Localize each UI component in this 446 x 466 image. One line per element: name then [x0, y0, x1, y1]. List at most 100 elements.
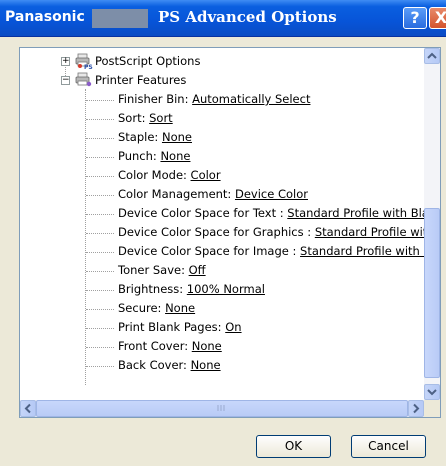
feature-value[interactable]: Color: [191, 168, 221, 182]
feature-value[interactable]: None: [162, 130, 192, 144]
tree-connector: [86, 176, 114, 177]
title-bar[interactable]: Panasonic PS Advanced Options ? X: [0, 0, 446, 37]
feature-label: Brightness: 100% Normal: [118, 280, 265, 299]
scroll-down-button[interactable]: [424, 384, 440, 400]
feature-value[interactable]: Standard Profile with CM: [300, 244, 424, 258]
grip-icon: [217, 405, 225, 411]
feature-label: Sort: Sort: [118, 109, 173, 128]
feature-label: Punch: None: [118, 147, 190, 166]
tree-connector: [86, 309, 114, 310]
feature-label: Secure: None: [118, 299, 195, 318]
help-button[interactable]: ?: [403, 7, 427, 29]
collapse-icon[interactable]: −: [61, 76, 70, 85]
feature-row-sort[interactable]: Sort: Sort: [20, 109, 420, 128]
options-tree[interactable]: + PS PostScript Options − Printer Featur…: [19, 47, 441, 418]
expand-icon[interactable]: +: [61, 57, 70, 66]
feature-value[interactable]: None: [165, 301, 195, 315]
feature-row-staple[interactable]: Staple: None: [20, 128, 420, 147]
tree-item-printer-features[interactable]: − Printer Features: [20, 71, 420, 90]
svg-text:PS: PS: [84, 64, 93, 69]
feature-row-front-cover[interactable]: Front Cover: None: [20, 337, 420, 356]
printer-icon: [75, 72, 92, 87]
feature-name: Punch:: [118, 149, 161, 163]
feature-value[interactable]: Automatically Select: [192, 92, 310, 106]
feature-label: Toner Save: Off: [118, 261, 206, 280]
feature-value[interactable]: 100% Normal: [187, 282, 265, 296]
feature-label: Color Mode: Color: [118, 166, 221, 185]
right-arrow-icon: [413, 403, 420, 414]
feature-value[interactable]: Sort: [149, 111, 173, 125]
feature-value[interactable]: None: [160, 149, 190, 163]
tree-connector: [86, 157, 114, 158]
feature-value[interactable]: Standard Profile with Black: [287, 206, 424, 220]
left-arrow-icon: [24, 403, 31, 414]
feature-row-color-space-text[interactable]: Device Color Space for Text : Standard P…: [20, 204, 424, 223]
close-button[interactable]: X: [429, 7, 446, 29]
horizontal-scroll-thumb[interactable]: [36, 400, 408, 417]
feature-label: Color Management: Device Color: [118, 185, 308, 204]
cancel-button[interactable]: Cancel: [351, 435, 426, 458]
feature-name: Device Color Space for Image :: [118, 244, 301, 258]
feature-row-brightness[interactable]: Brightness: 100% Normal: [20, 280, 420, 299]
feature-name: Color Mode:: [118, 168, 191, 182]
feature-row-finisher-bin[interactable]: Finisher Bin: Automatically Select: [20, 90, 420, 109]
feature-row-back-cover[interactable]: Back Cover: None: [20, 356, 420, 375]
feature-value[interactable]: Device Color: [235, 187, 308, 201]
tree-connector: [86, 233, 114, 234]
feature-name: Sort:: [118, 111, 150, 125]
feature-name: Color Management:: [118, 187, 235, 201]
feature-label: Print Blank Pages: On: [118, 318, 242, 337]
ok-button[interactable]: OK: [256, 435, 331, 458]
feature-name: Device Color Space for Graphics :: [118, 225, 315, 239]
feature-row-color-space-graphics[interactable]: Device Color Space for Graphics : Standa…: [20, 223, 424, 242]
dialog-window: Panasonic PS Advanced Options ? X + PS P…: [0, 0, 446, 466]
feature-row-color-space-image[interactable]: Device Color Space for Image : Standard …: [20, 242, 424, 261]
tree-connector: [86, 328, 114, 329]
feature-value[interactable]: None: [191, 358, 221, 372]
feature-label: Device Color Space for Image : Standard …: [118, 242, 424, 261]
feature-name: Brightness:: [118, 282, 187, 296]
tree-connector: [86, 119, 114, 120]
feature-name: Secure:: [118, 301, 166, 315]
dialog-title: PS Advanced Options: [158, 8, 337, 26]
feature-name: Finisher Bin:: [118, 92, 193, 106]
vertical-scroll-thumb[interactable]: [424, 208, 440, 378]
feature-row-punch[interactable]: Punch: None: [20, 147, 420, 166]
feature-name: Back Cover:: [118, 358, 191, 372]
feature-label: Front Cover: None: [118, 337, 222, 356]
feature-row-secure[interactable]: Secure: None: [20, 299, 420, 318]
title-prefix: Panasonic: [5, 9, 85, 25]
printer-settings-icon: PS: [75, 53, 93, 69]
feature-label: Device Color Space for Text : Standard P…: [118, 204, 424, 223]
tree-connector: [86, 290, 114, 291]
feature-value[interactable]: Off: [189, 263, 206, 277]
tree-connector: [86, 100, 114, 101]
feature-row-color-mode[interactable]: Color Mode: Color: [20, 166, 420, 185]
feature-name: Device Color Space for Text :: [118, 206, 288, 220]
tree-connector: [86, 252, 114, 253]
feature-row-toner-save[interactable]: Toner Save: Off: [20, 261, 420, 280]
scroll-up-button[interactable]: [424, 48, 440, 64]
feature-value[interactable]: On: [225, 320, 241, 334]
feature-label: Staple: None: [118, 128, 192, 147]
feature-label: Back Cover: None: [118, 356, 221, 375]
tree-connector: [86, 138, 114, 139]
tree-connector: [86, 347, 114, 348]
scroll-left-button[interactable]: [20, 400, 36, 417]
feature-label: Finisher Bin: Automatically Select: [118, 90, 310, 109]
horizontal-scrollbar[interactable]: [20, 400, 424, 417]
feature-row-color-management[interactable]: Color Management: Device Color: [20, 185, 420, 204]
feature-name: Print Blank Pages:: [118, 320, 226, 334]
scroll-corner: [424, 400, 440, 417]
title-redaction: [92, 9, 148, 28]
feature-value[interactable]: None: [192, 339, 222, 353]
feature-name: Staple:: [118, 130, 162, 144]
feature-name: Front Cover:: [118, 339, 192, 353]
vertical-scrollbar[interactable]: [424, 48, 440, 400]
feature-label: Device Color Space for Graphics : Standa…: [118, 223, 424, 242]
scroll-right-button[interactable]: [408, 400, 424, 417]
feature-row-print-blank-pages[interactable]: Print Blank Pages: On: [20, 318, 420, 337]
tree-item-postscript-options[interactable]: + PS PostScript Options: [20, 52, 420, 71]
tree-item-label: PostScript Options: [95, 54, 201, 68]
feature-value[interactable]: Standard Profile with E: [315, 225, 424, 239]
